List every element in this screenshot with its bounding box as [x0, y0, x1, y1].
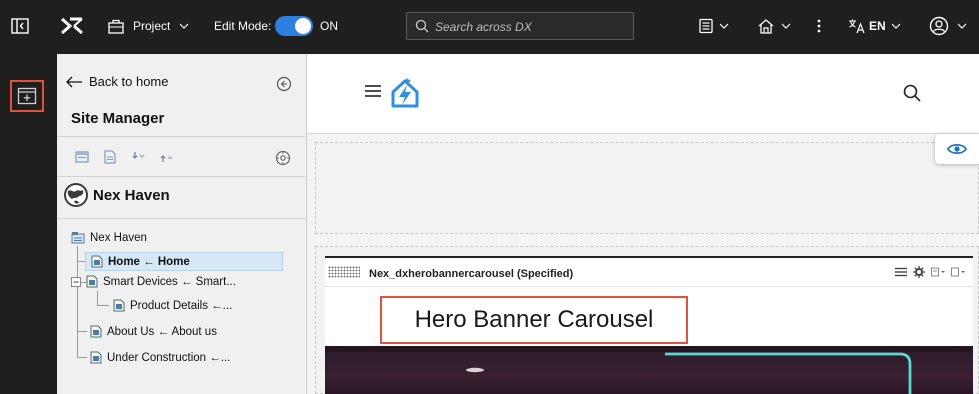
move-down-icon[interactable]	[131, 150, 145, 164]
tree-item-label: Nex Haven	[90, 231, 147, 244]
collapse-node-icon[interactable]	[71, 276, 81, 287]
layout-options-icon[interactable]	[931, 267, 945, 277]
tree-item-under-construction[interactable]: Under Construction ←...	[90, 351, 230, 364]
page-icon	[90, 325, 102, 338]
language-label[interactable]: EN	[869, 19, 886, 33]
portlet-header-divider	[325, 286, 973, 287]
edit-mode-toggle[interactable]	[275, 16, 313, 36]
add-content-button[interactable]	[10, 80, 44, 112]
page-icon	[86, 275, 98, 288]
tree-item-label: Product Details ←...	[130, 299, 233, 312]
tree-connector	[97, 291, 98, 306]
search-icon	[415, 19, 429, 33]
tree-item-smart-devices[interactable]: Smart Devices ← Smart...	[71, 275, 236, 288]
settings-wheel-icon[interactable]	[275, 150, 291, 171]
chevron-down-icon[interactable]	[178, 18, 190, 34]
brand-logo-icon[interactable]	[389, 76, 421, 115]
translate-icon[interactable]	[848, 17, 866, 35]
tree-item-label: About Us ← About us	[107, 325, 217, 338]
portlet-controls	[895, 266, 965, 278]
tree-item-label: Home ← Home	[108, 255, 190, 268]
divider	[57, 218, 307, 219]
divider	[57, 136, 307, 137]
site-header-bar	[307, 54, 979, 134]
page-properties-icon[interactable]	[103, 150, 117, 164]
chevron-down-icon[interactable]	[718, 18, 730, 34]
app-window: Project Edit Mode: ON Search across DX E…	[0, 0, 979, 394]
back-to-home-link[interactable]: Back to home	[65, 74, 169, 89]
preview-toggle-button[interactable]	[935, 134, 979, 164]
project-menu-label[interactable]: Project	[133, 19, 170, 33]
site-manager-panel: Back to home Site Manager Nex Haven Nex …	[57, 54, 307, 394]
hero-banner-heading[interactable]: Hero Banner Carousel	[380, 296, 688, 344]
collapse-panel-icon[interactable]	[276, 76, 292, 97]
site-manager-toolbar	[75, 150, 173, 164]
tree-item-label: Under Construction ←...	[107, 351, 231, 364]
tree-item-root[interactable]: Nex Haven	[71, 231, 147, 244]
tree-item-product-details[interactable]: Product Details ←...	[113, 299, 232, 312]
document-icon[interactable]	[697, 17, 715, 35]
top-bar: Project Edit Mode: ON Search across DX E…	[0, 0, 979, 54]
tree-item-about-us[interactable]: About Us ← About us	[90, 325, 217, 338]
site-header: Nex Haven	[63, 182, 170, 208]
drag-handle[interactable]	[328, 266, 360, 278]
tree-connector	[77, 357, 87, 358]
hamburger-menu-icon[interactable]	[365, 84, 381, 103]
edit-mode-state: ON	[320, 19, 338, 33]
dx-logo-icon[interactable]	[60, 16, 84, 36]
eye-icon	[947, 143, 967, 155]
globe-icon	[64, 183, 88, 207]
arrow-left-icon	[66, 76, 82, 87]
tree-item-label: Smart Devices ← Smart...	[103, 275, 236, 288]
portlet-title: Nex_dxherobannercarousel (Specified)	[369, 268, 574, 280]
empty-drop-zone[interactable]	[315, 142, 979, 234]
page-icon	[91, 255, 103, 268]
edit-mode-label: Edit Mode:	[214, 19, 272, 33]
more-vertical-icon[interactable]	[814, 16, 824, 36]
search-input[interactable]: Search across DX	[406, 12, 634, 40]
page-canvas: Nex_dxherobannercarousel (Specified) Her…	[307, 54, 979, 394]
new-page-icon[interactable]	[75, 150, 89, 164]
toggle-panel-icon[interactable]	[10, 16, 30, 36]
site-root-icon	[71, 232, 85, 244]
window-options-icon[interactable]	[951, 267, 965, 277]
tree-connector	[97, 305, 109, 306]
hero-image-art	[325, 346, 973, 394]
chevron-down-icon[interactable]	[780, 18, 792, 34]
home-icon[interactable]	[756, 16, 776, 36]
toggle-knob	[295, 18, 311, 34]
chevron-down-icon[interactable]	[890, 18, 902, 34]
portlet-menu-icon[interactable]	[895, 267, 907, 277]
tree-item-home[interactable]: Home ← Home	[85, 252, 283, 271]
site-manager-title: Site Manager	[71, 110, 165, 127]
chevron-down-icon[interactable]	[956, 18, 968, 34]
back-to-home-label: Back to home	[89, 74, 169, 89]
page-icon	[113, 299, 125, 312]
tree-connector	[77, 331, 87, 332]
left-rail	[0, 54, 57, 394]
site-search-icon[interactable]	[903, 84, 921, 107]
portlet-settings-icon[interactable]	[913, 266, 925, 278]
search-placeholder: Search across DX	[435, 20, 532, 34]
hero-portlet: Nex_dxherobannercarousel (Specified) Her…	[325, 256, 973, 394]
hero-banner-image[interactable]	[325, 346, 973, 394]
divider	[57, 176, 307, 177]
move-up-icon[interactable]	[159, 150, 173, 164]
add-panel-icon	[17, 87, 37, 105]
site-name: Nex Haven	[93, 186, 170, 204]
briefcase-icon	[107, 17, 125, 35]
page-icon	[90, 351, 102, 364]
user-avatar-icon[interactable]	[928, 15, 950, 37]
tree-connector	[77, 246, 78, 358]
